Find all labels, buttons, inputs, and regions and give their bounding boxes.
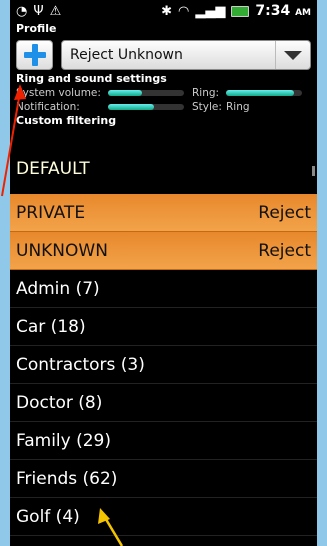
profile-section-label: Profile [16,22,57,35]
filter-row[interactable]: Doctor (8) [10,384,317,422]
filter-row[interactable]: UNKNOWN Reject [10,232,317,270]
system-volume-fill [108,90,143,96]
signal-icon: ▂▄▆ [195,3,226,19]
notification-volume-slider[interactable] [108,104,184,110]
filter-rows: PRIVATE Reject UNKNOWN Reject Admin (7) Car (… [10,194,317,536]
warning-icon: ⚠ [49,3,62,19]
usb-icon: Ψ [33,3,44,19]
custom-filtering-section-label: Custom filtering [16,114,117,127]
filter-list: DEFAULT PRIVATE Reject UNKNOWN Reject Admin … [10,159,317,536]
settings-row-2: Notification: Style: Ring [16,100,311,114]
ring-label: Ring: [192,87,220,99]
filter-row-name: Contractors (3) [16,354,145,375]
ring-volume-fill [226,90,295,96]
style-label: Style: [192,101,222,113]
ring-settings-panel[interactable]: System volume: Ring: Notification: Style… [10,86,317,114]
filter-row[interactable]: Family (29) [10,422,317,460]
filter-row[interactable]: Golf (4) [10,498,317,536]
filter-row[interactable]: Friends (62) [10,460,317,498]
profile-row: Reject Unknown [10,36,317,72]
status-ampm: AM [295,8,311,18]
filter-row-name: Car (18) [16,316,86,337]
filter-row-name: Family (29) [16,430,112,451]
settings-row-1: System volume: Ring: [16,86,311,100]
dropdown-arrow[interactable] [275,41,310,69]
status-bar: ◔ Ψ ⚠ ✱ ◠ ▂▄▆ 7:34 AM [10,0,317,22]
ring-volume-slider[interactable] [226,90,302,96]
profile-select-value: Reject Unknown [70,47,183,63]
chevron-down-icon [284,50,302,60]
filter-row[interactable]: Admin (7) [10,270,317,308]
add-profile-button[interactable] [16,40,53,70]
filter-row[interactable]: Car (18) [10,308,317,346]
notification-label: Notification: [16,101,80,113]
default-row[interactable]: DEFAULT [10,154,317,184]
status-left-icons: ◔ Ψ ⚠ [16,4,61,19]
status-right-icons: ✱ ◠ ▂▄▆ 7:34 AM [161,3,311,19]
plus-icon [23,44,46,66]
notification-volume-fill [108,104,154,110]
filter-row-name: Admin (7) [16,278,100,299]
filter-row-name: Doctor (8) [16,392,103,413]
system-volume-slider[interactable] [108,90,184,96]
filter-row-name: UNKNOWN [16,240,108,261]
style-value: Ring [226,101,250,113]
bluetooth-icon: ✱ [161,3,173,19]
sync-icon: ◔ [16,3,28,19]
filter-row-action: Reject [258,240,311,261]
filter-row-name: PRIVATE [16,202,86,223]
filter-row-name: Friends (62) [16,468,118,489]
status-time: 7:34 AM [255,3,311,19]
phone-screen: ◔ Ψ ⚠ ✱ ◠ ▂▄▆ 7:34 AM Profile Reject Unk… [10,0,317,546]
system-volume-label: System volume: [16,87,101,99]
status-time-value: 7:34 [255,3,291,19]
ring-settings-section-label: Ring and sound settings [16,72,167,85]
profile-select[interactable]: Reject Unknown [61,40,311,70]
filter-row-action: Reject [258,202,311,223]
battery-icon [231,5,250,17]
filter-row-name: Golf (4) [16,506,80,527]
wifi-icon: ◠ [178,3,190,19]
filter-row[interactable]: PRIVATE Reject [10,194,317,232]
filter-row[interactable]: Contractors (3) [10,346,317,384]
